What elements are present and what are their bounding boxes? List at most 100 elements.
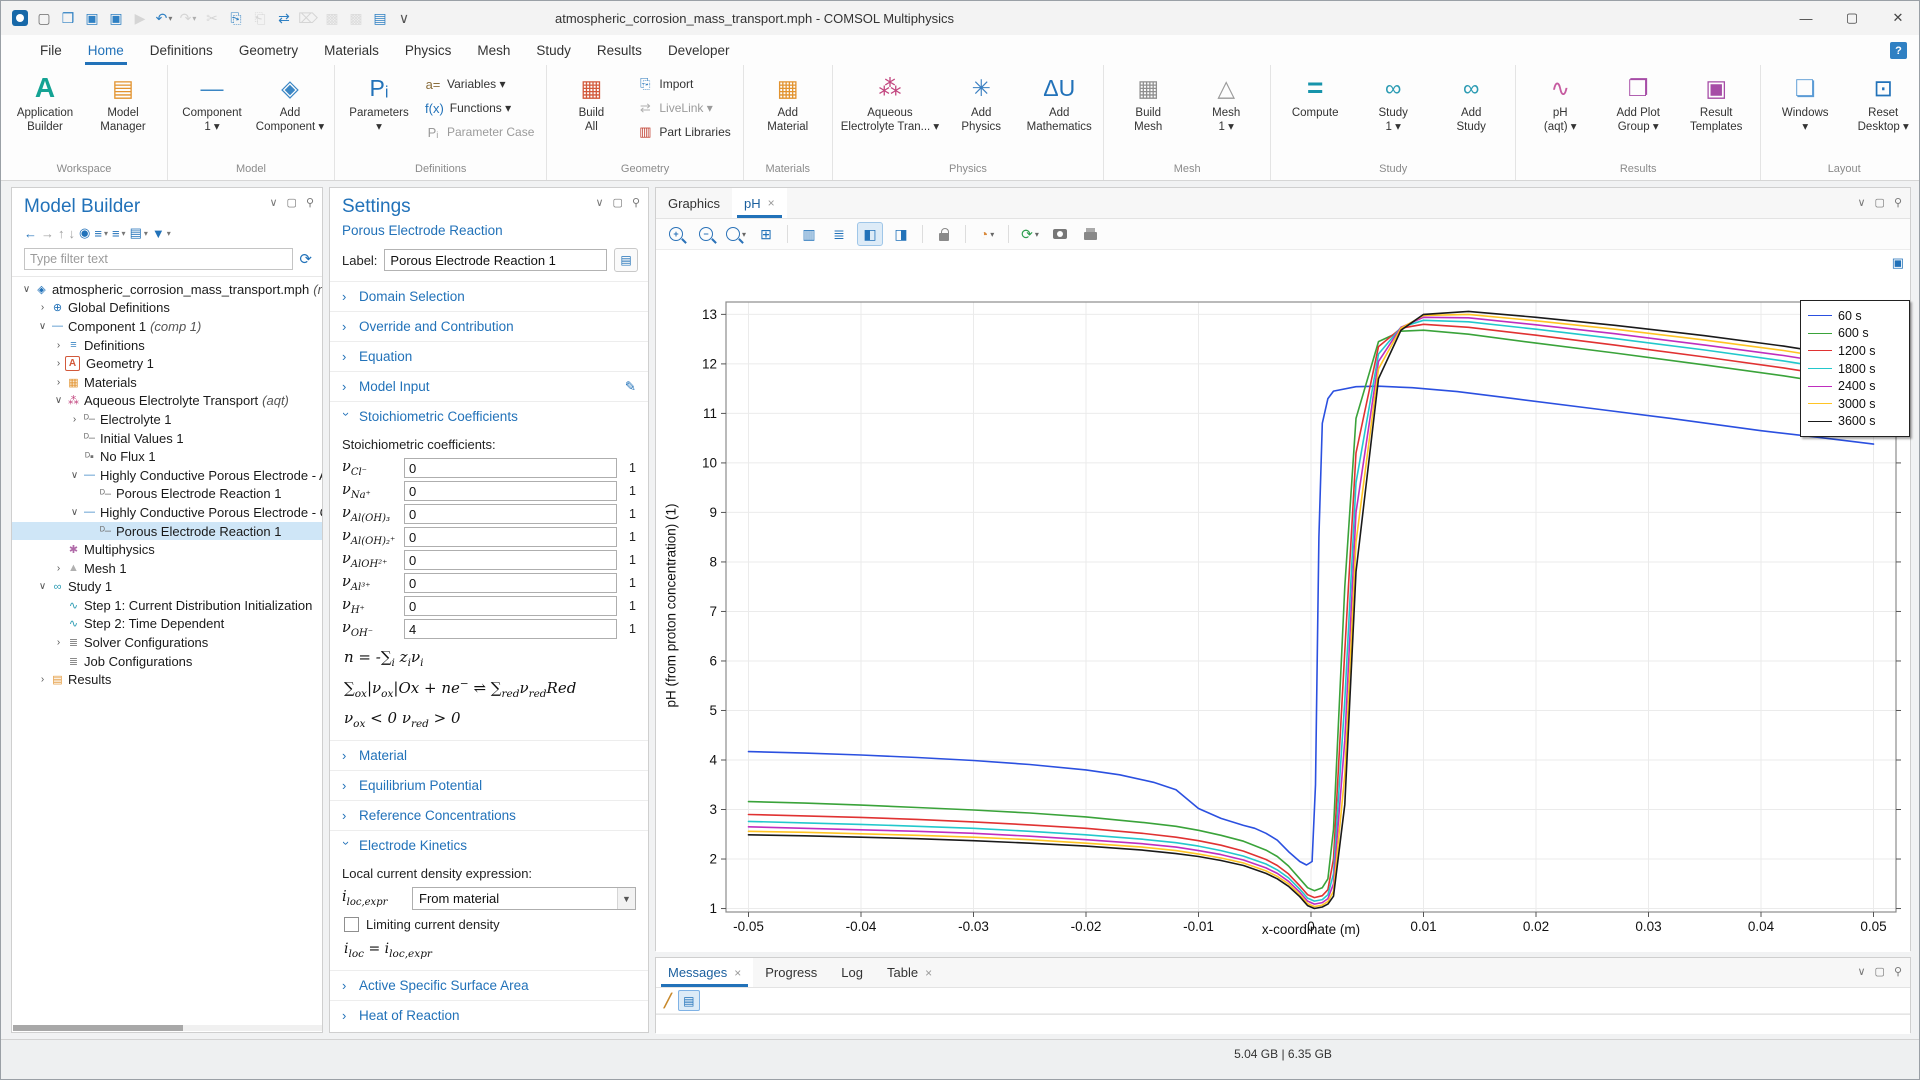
open-in-new-window-icon[interactable]: ▤ [678, 990, 700, 1011]
stoich-value-input[interactable] [404, 527, 617, 547]
close-tab-icon[interactable]: × [925, 966, 932, 980]
part-libraries-button[interactable]: ▥Part Libraries [630, 120, 737, 144]
messages-tab-progress[interactable]: Progress [753, 958, 829, 987]
add-study-button[interactable]: ∞AddStudy [1432, 67, 1510, 159]
tree-item-component-1[interactable]: ∨—Component 1(comp 1) [12, 317, 322, 336]
menu-physics[interactable]: Physics [392, 35, 465, 65]
undo-icon[interactable]: ↶▾ [153, 7, 175, 29]
tree-item-step-1-current-distribution-initialization[interactable]: ∿Step 1: Current Distribution Initializa… [12, 596, 322, 615]
menu-home[interactable]: Home [75, 35, 137, 65]
node-columns-icon[interactable]: ▤▾ [130, 225, 148, 241]
menu-file[interactable]: File [27, 35, 75, 65]
stoich-value-input[interactable] [404, 550, 617, 570]
current-density-select[interactable]: From material ▼ [412, 887, 636, 910]
stoich-value-input[interactable] [404, 504, 617, 524]
build-all-button[interactable]: ▦BuildAll [552, 67, 630, 159]
zoom-extents-icon[interactable]: ⊞ [754, 223, 778, 245]
scene-appearance-icon[interactable]: ◔▾ [975, 223, 999, 245]
tree-item-porous-electrode-reaction-1[interactable]: ᴰ–Porous Electrode Reaction 1 [12, 485, 322, 504]
plot-data-icon[interactable]: ▥ [797, 223, 821, 245]
parameter-case-button[interactable]: PᵢParameter Case [418, 120, 541, 144]
float-panel-icon[interactable]: ▢ [613, 196, 623, 209]
menu-materials[interactable]: Materials [311, 35, 392, 65]
messages-tab-table[interactable]: Table× [875, 958, 944, 987]
close-button[interactable]: ✕ [1875, 1, 1920, 35]
tree-item-job-configurations[interactable]: ≣Job Configurations [12, 652, 322, 671]
scrollbar-thumb[interactable] [13, 1025, 183, 1031]
open-file-icon[interactable]: ❒ [57, 7, 79, 29]
messages-tab-log[interactable]: Log [829, 958, 875, 987]
tree-expander-icon[interactable]: ∨ [36, 581, 49, 592]
zoom-box-icon[interactable]: ▾ [724, 223, 748, 245]
graphics-tab-ph[interactable]: pH× [732, 188, 787, 218]
menu-study[interactable]: Study [523, 35, 584, 65]
section-heat-of-reaction[interactable]: ›Heat of Reaction [330, 1000, 648, 1030]
section-override-and-contribution[interactable]: ›Override and Contribution [330, 311, 648, 341]
stoich-value-input[interactable] [404, 458, 617, 478]
livelink-button[interactable]: ⇄LiveLink ▾ [630, 96, 737, 120]
table-view-icon[interactable]: ≣ [827, 223, 851, 245]
section-reference-concentrations[interactable]: ›Reference Concentrations [330, 800, 648, 830]
stoich-value-input[interactable] [404, 619, 617, 639]
tree-item-geometry-1[interactable]: ›AGeometry 1 [12, 354, 322, 373]
graphics-tab-graphics[interactable]: Graphics [656, 188, 732, 218]
tree-item-atmospheric-corrosion-mass-transport-mph[interactable]: ∨◈atmospheric_corrosion_mass_transport.m… [12, 280, 322, 299]
tree-item-porous-electrode-reaction-1[interactable]: ᴰ–Porous Electrode Reaction 1 [12, 522, 322, 541]
toolbar-overflow-icon[interactable]: ∨ [393, 7, 415, 29]
split-view-right-icon[interactable]: ◨ [889, 223, 913, 245]
tree-expander-icon[interactable]: › [52, 377, 65, 388]
go-back-icon[interactable]: ← [24, 226, 37, 241]
tree-item-step-2-time-dependent[interactable]: ∿Step 2: Time Dependent [12, 615, 322, 634]
menu-developer[interactable]: Developer [655, 35, 743, 65]
tree-item-mesh-1[interactable]: ›▲Mesh 1 [12, 559, 322, 578]
collapse-panel-icon[interactable]: ∨ [1857, 196, 1865, 209]
section-domain-selection[interactable]: ›Domain Selection [330, 281, 648, 311]
parameters-button[interactable]: PᵢParameters▾ [340, 67, 418, 159]
tree-item-initial-values-1[interactable]: ᴰ–Initial Values 1 [12, 429, 322, 448]
expand-all-icon[interactable]: ≡▾ [94, 226, 108, 241]
compute-button[interactable]: =Compute [1276, 67, 1354, 159]
lock-axes-icon[interactable] [932, 223, 956, 245]
variables-button[interactable]: a=Variables ▾ [418, 72, 541, 96]
snapshot-camera-icon[interactable] [1048, 223, 1072, 245]
section-equilibrium-potential[interactable]: ›Equilibrium Potential [330, 770, 648, 800]
collapse-all-icon[interactable]: ≡▾ [112, 226, 126, 241]
rename-icon[interactable]: ▤ [614, 248, 638, 272]
stoich-value-input[interactable] [404, 481, 617, 501]
float-panel-icon[interactable]: ▢ [1875, 196, 1885, 209]
windows-button[interactable]: ❏Windows▾ [1766, 67, 1844, 159]
tree-item-no-flux-1[interactable]: ᴰ▪No Flux 1 [12, 447, 322, 466]
menu-definitions[interactable]: Definitions [137, 35, 226, 65]
split-view-left-icon[interactable]: ◧ [857, 222, 883, 246]
pin-icon[interactable]: ⚲ [306, 196, 314, 209]
section-active-specific-surface-area[interactable]: ›Active Specific Surface Area [330, 970, 648, 1000]
new-file-icon[interactable]: ▢ [33, 7, 55, 29]
model-manager-button[interactable]: ▤ModelManager [84, 67, 162, 159]
messages-tab-messages[interactable]: Messages× [656, 958, 753, 987]
edit-model-input-icon[interactable]: ✎ [625, 379, 636, 395]
add-physics-button[interactable]: ✳AddPhysics [942, 67, 1020, 159]
tree-expander-icon[interactable]: › [36, 674, 49, 685]
plot-canvas[interactable]: -0.05-0.04-0.03-0.02-0.0100.010.020.030.… [656, 250, 1910, 952]
limiting-current-density-checkbox[interactable] [344, 917, 359, 932]
move-down-icon[interactable]: ↓ [69, 226, 76, 241]
label-input[interactable] [384, 249, 607, 271]
tree-item-definitions[interactable]: ›≡Definitions [12, 336, 322, 355]
application-builder-button[interactable]: AApplicationBuilder [6, 67, 84, 159]
tree-expander-icon[interactable]: › [68, 414, 81, 425]
tree-item-multiphysics[interactable]: ✱Multiphysics [12, 540, 322, 559]
help-icon[interactable]: ? [1890, 42, 1907, 59]
tree-expander-icon[interactable]: › [36, 302, 49, 313]
section-equation[interactable]: ›Equation [330, 341, 648, 371]
build-mesh-button[interactable]: ▦BuildMesh [1109, 67, 1187, 159]
aqueous-electrolyte-transport-button[interactable]: ⁂AqueousElectrolyte Tran... ▾ [838, 67, 942, 159]
close-tab-icon[interactable]: × [768, 196, 775, 210]
stoich-value-input[interactable] [404, 596, 617, 616]
duplicate-icon[interactable]: ⇄ [273, 7, 295, 29]
tree-item-highly-conductive-porous-electrode-a[interactable]: ∨—Highly Conductive Porous Electrode - A [12, 466, 322, 485]
add-plot-group-button[interactable]: ❐Add PlotGroup ▾ [1599, 67, 1677, 159]
filter-icon[interactable]: ▼▾ [152, 226, 171, 241]
zoom-out-icon[interactable]: − [694, 223, 718, 245]
float-panel-icon[interactable]: ▢ [287, 196, 297, 209]
clear-messages-icon[interactable]: ╱ [664, 993, 672, 1009]
